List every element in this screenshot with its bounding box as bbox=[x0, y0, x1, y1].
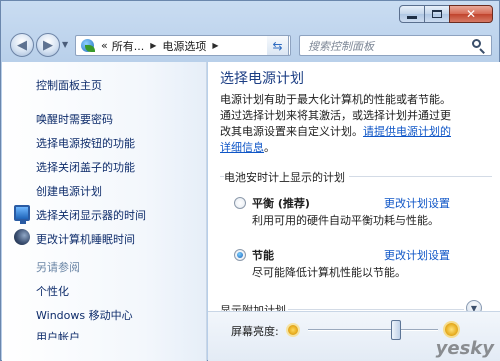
forward-button[interactable]: ▶ bbox=[36, 33, 60, 57]
back-button[interactable]: ◀ bbox=[10, 33, 34, 57]
sidebar-item-display-off[interactable]: 选择关闭显示器的时间 bbox=[36, 207, 146, 223]
breadcrumb-separator-icon[interactable]: ▶ bbox=[150, 41, 156, 50]
caption-buttons: ✕ bbox=[399, 5, 493, 23]
brightness-label: 屏幕亮度: bbox=[231, 325, 279, 338]
plan-desc: 尽可能降低计算机性能以节能。 bbox=[252, 266, 406, 279]
sidebar-item-lid-close[interactable]: 选择关闭盖子的功能 bbox=[36, 159, 135, 175]
back-arrow-icon: ◀ bbox=[17, 37, 27, 53]
breadcrumb-power-options[interactable]: 电源选项 bbox=[162, 38, 206, 54]
watermark: yesky bbox=[435, 338, 494, 359]
minimize-icon bbox=[407, 15, 417, 19]
description-end: 。 bbox=[264, 141, 275, 154]
moon-icon bbox=[14, 229, 30, 245]
refresh-button[interactable]: ⇆ bbox=[267, 35, 289, 56]
see-also-heading: 另请参阅 bbox=[36, 261, 80, 274]
sidebar-item-personalization[interactable]: 个性化 bbox=[36, 283, 69, 299]
sidebar-item-create-plan[interactable]: 创建电源计划 bbox=[36, 183, 102, 199]
sidebar-item-sleep-time[interactable]: 更改计算机睡眠时间 bbox=[36, 231, 135, 247]
close-button[interactable]: ✕ bbox=[449, 5, 493, 23]
maximize-button[interactable] bbox=[424, 5, 450, 23]
navigation-bar: ◀ ▶ ▼ « 所有... ▶ 电源选项 ▶ ▼ ⇆ 搜索控制面板 bbox=[1, 31, 500, 61]
plan-name[interactable]: 节能 bbox=[252, 247, 274, 263]
control-panel-window: ✕ ◀ ▶ ▼ « 所有... ▶ 电源选项 ▶ ▼ ⇆ 搜索控制面板 控制面板… bbox=[0, 0, 500, 361]
change-plan-settings-link[interactable]: 更改计划设置 bbox=[384, 195, 450, 211]
control-panel-icon bbox=[79, 38, 97, 54]
address-bar[interactable]: « 所有... ▶ 电源选项 ▶ ▼ bbox=[75, 35, 291, 56]
plan-desc: 利用可用的硬件自动平衡功耗与性能。 bbox=[252, 214, 439, 227]
monitor-icon bbox=[14, 205, 30, 224]
sidebar-item-wake-password[interactable]: 唤醒时需要密码 bbox=[36, 111, 113, 127]
close-icon: ✕ bbox=[465, 7, 477, 21]
plan-balanced-radio[interactable] bbox=[234, 197, 246, 209]
breadcrumb-all-items[interactable]: 所有... bbox=[112, 38, 145, 54]
task-pane: 控制面板主页 唤醒时需要密码 选择电源按钮的功能 选择关闭盖子的功能 创建电源计… bbox=[2, 62, 207, 361]
description-line: 通过选择计划来将其激活，或选择计划并通过更 bbox=[220, 109, 451, 122]
recent-pages-dropdown[interactable]: ▼ bbox=[62, 40, 72, 50]
change-plan-settings-link[interactable]: 更改计划设置 bbox=[384, 247, 450, 263]
forward-arrow-icon: ▶ bbox=[43, 37, 53, 53]
refresh-icon: ⇆ bbox=[272, 38, 283, 53]
search-icon[interactable] bbox=[472, 38, 486, 54]
sidebar-item-power-button[interactable]: 选择电源按钮的功能 bbox=[36, 135, 135, 151]
minimize-button[interactable] bbox=[399, 5, 425, 23]
sidebar-item-home[interactable]: 控制面板主页 bbox=[36, 77, 102, 93]
description-line: 改其电源设置来自定义计划。 bbox=[220, 125, 363, 138]
maximize-icon bbox=[432, 10, 442, 18]
plan-details-link-cont[interactable]: 详细信息 bbox=[220, 141, 264, 154]
brightness-bar: 屏幕亮度: yesky bbox=[208, 311, 500, 361]
breadcrumb: « 所有... ▶ 电源选项 ▶ bbox=[101, 38, 225, 54]
search-box[interactable]: 搜索控制面板 bbox=[299, 35, 492, 56]
sidebar-item-user-accounts[interactable]: 用户帐户 bbox=[36, 329, 80, 340]
description-line: 电源计划有助于最大化计算机的性能或者节能。 bbox=[220, 93, 451, 106]
plan-description: 电源计划有助于最大化计算机的性能或者节能。 通过选择计划来将其激活，或选择计划并… bbox=[220, 92, 492, 156]
breadcrumb-overflow[interactable]: « bbox=[101, 39, 108, 52]
sidebar-item-mobility-center[interactable]: Windows 移动中心 bbox=[36, 307, 133, 323]
search-input[interactable]: 搜索控制面板 bbox=[308, 38, 472, 54]
plans-group-title: 电池安时计上显示的计划 bbox=[224, 169, 349, 185]
plan-name[interactable]: 平衡 (推荐) bbox=[252, 195, 310, 211]
brightness-high-icon bbox=[445, 323, 458, 336]
plan-details-link[interactable]: 请提供电源计划的 bbox=[363, 125, 451, 138]
page-title: 选择电源计划 bbox=[220, 71, 304, 87]
brightness-slider-track[interactable] bbox=[308, 329, 438, 331]
brightness-slider-thumb[interactable] bbox=[391, 320, 402, 340]
group-divider bbox=[288, 309, 464, 310]
breadcrumb-separator-icon[interactable]: ▶ bbox=[212, 41, 218, 50]
plan-power-saver-radio[interactable] bbox=[234, 249, 246, 261]
brightness-low-icon bbox=[288, 325, 298, 335]
